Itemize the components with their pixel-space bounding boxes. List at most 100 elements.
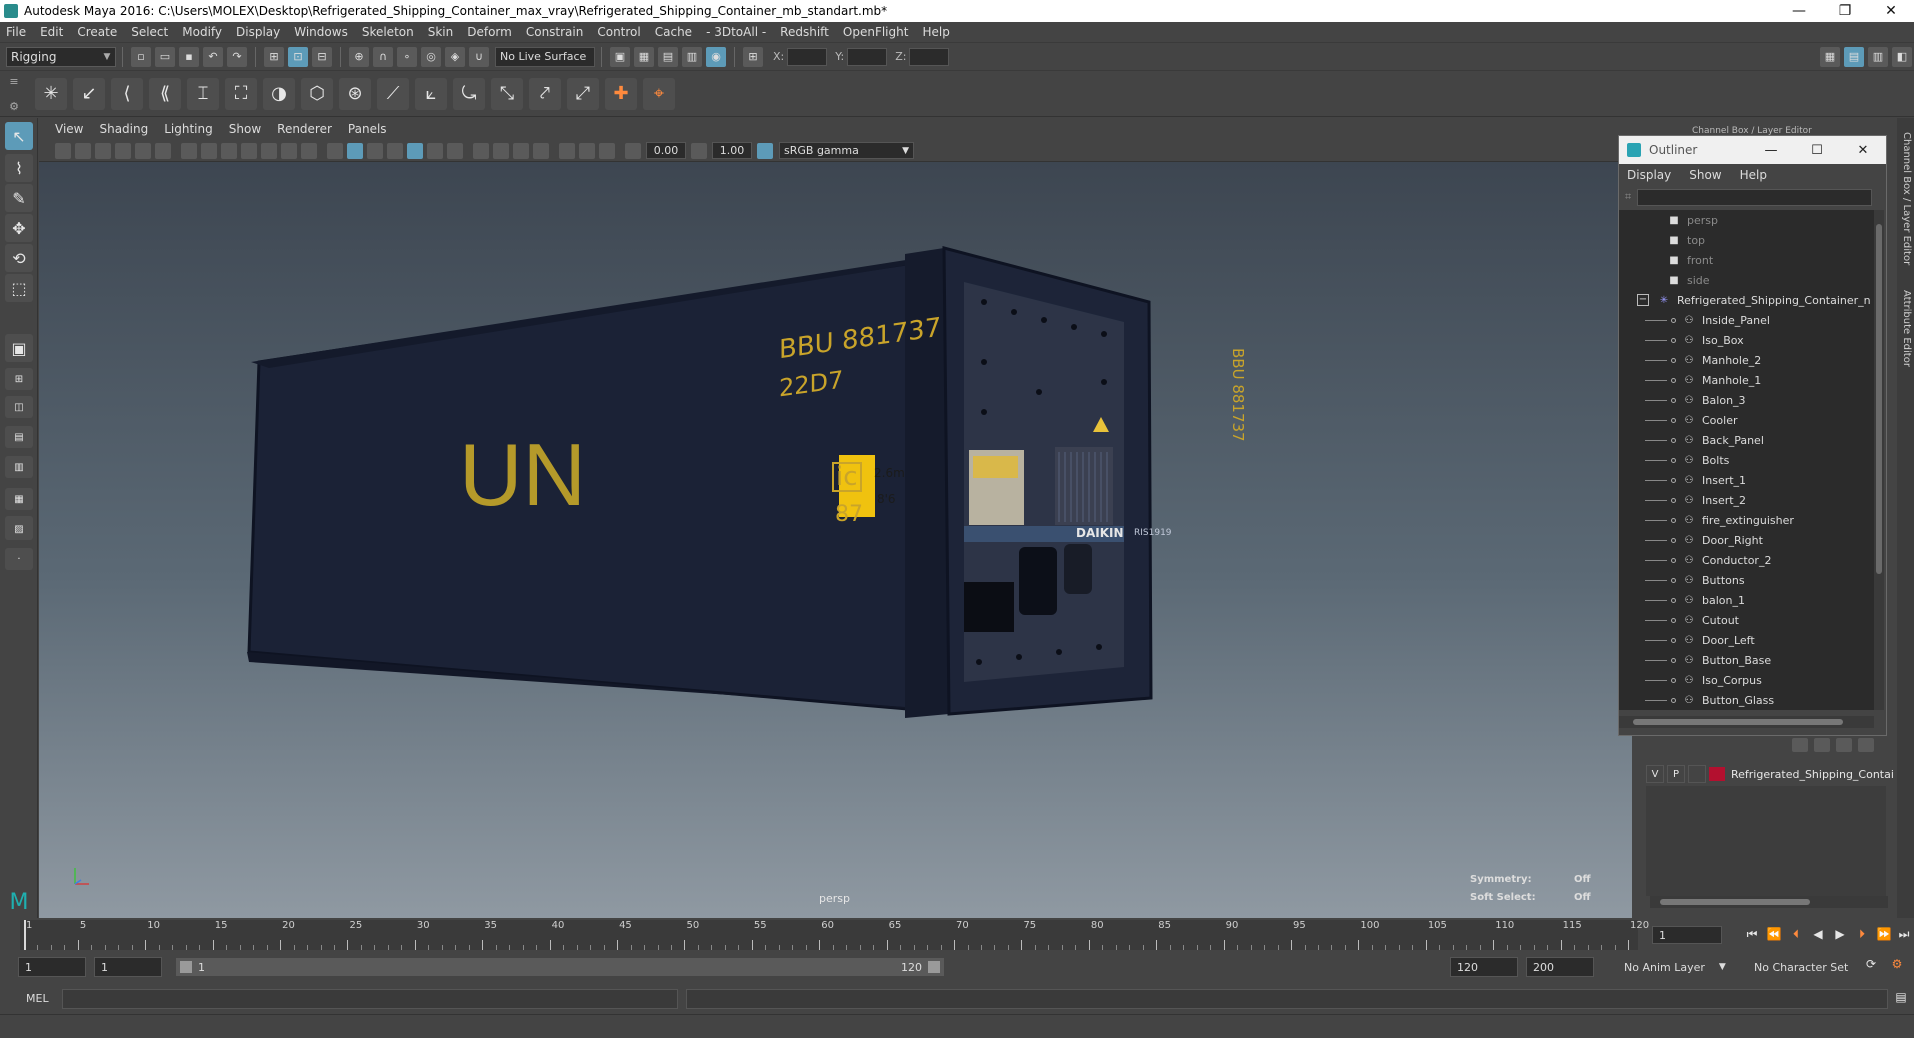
- snap-surface-icon[interactable]: ◈: [445, 46, 465, 67]
- outliner-mesh-item[interactable]: ⚇ Cooler: [1619, 410, 1874, 430]
- hypershade-layout-icon[interactable]: ▦: [5, 488, 33, 510]
- menu-file[interactable]: File: [6, 25, 26, 39]
- ambient-occlusion-icon[interactable]: [447, 142, 463, 159]
- smooth-shade-icon[interactable]: [347, 142, 363, 159]
- menu-display[interactable]: Display: [236, 25, 280, 39]
- playback-start-field[interactable]: 1: [94, 957, 162, 977]
- exposure-icon[interactable]: [625, 142, 641, 159]
- time-slider-track[interactable]: 1 5 10 15 20 25 30 35 40 45 50 55 60 65 70 75 80 85 90 95 10…: [20, 920, 1649, 950]
- outliner-mesh-item[interactable]: ⚇ Button_Glass: [1619, 690, 1874, 710]
- menu-control[interactable]: Control: [597, 25, 640, 39]
- scrollbar-thumb[interactable]: [1660, 899, 1810, 905]
- outliner-mesh-item[interactable]: ⚇ Insert_1: [1619, 470, 1874, 490]
- menu-select[interactable]: Select: [131, 25, 168, 39]
- xray-joints-icon[interactable]: [579, 142, 595, 159]
- outliner-mesh-item[interactable]: ⚇ Door_Left: [1619, 630, 1874, 650]
- snap-view-icon[interactable]: ◎: [421, 46, 441, 67]
- menu-edit[interactable]: Edit: [40, 25, 63, 39]
- redo-icon[interactable]: ↷: [227, 46, 247, 67]
- save-scene-icon[interactable]: ▪: [179, 46, 199, 67]
- exposure-field[interactable]: 0.00: [646, 142, 686, 159]
- go-to-start-icon[interactable]: ⏮: [1743, 927, 1761, 943]
- magnet-icon[interactable]: ∪: [469, 46, 489, 67]
- antialiasing-icon[interactable]: [493, 142, 509, 159]
- script-editor-icon[interactable]: ▤: [1892, 990, 1910, 1006]
- collapse-icon[interactable]: −: [1637, 294, 1649, 306]
- orient-joint-icon[interactable]: ⌶: [187, 77, 219, 110]
- outliner-list[interactable]: ■ persp ■ top ■ front ■ side − ✳ Refrigerated_…: [1619, 210, 1874, 710]
- live-surface-field[interactable]: No Live Surface: [495, 46, 595, 67]
- view-transform-select[interactable]: sRGB gamma ▼: [779, 142, 914, 159]
- shadows-icon[interactable]: [427, 142, 443, 159]
- locator-icon[interactable]: ✚: [605, 77, 637, 110]
- maximize-button[interactable]: ❐: [1822, 0, 1868, 22]
- rotate-tool-icon[interactable]: ⟲: [5, 244, 33, 272]
- outliner-search-input[interactable]: [1637, 188, 1873, 206]
- menu-constrain[interactable]: Constrain: [526, 25, 584, 39]
- outliner-camera-item[interactable]: ■ top: [1619, 230, 1874, 250]
- outliner-camera-item[interactable]: ■ front: [1619, 250, 1874, 270]
- menu-deform[interactable]: Deform: [467, 25, 512, 39]
- vp-menu-shading[interactable]: Shading: [99, 122, 148, 136]
- outliner-mesh-item[interactable]: ⚇ balon_1: [1619, 590, 1874, 610]
- safe-action-icon[interactable]: [281, 142, 297, 159]
- layer-display-type[interactable]: [1688, 765, 1706, 783]
- scale-tool-icon[interactable]: ⬚: [5, 274, 33, 302]
- render-view-icon[interactable]: ▣: [610, 46, 630, 67]
- move-tool-icon[interactable]: ✥: [5, 214, 33, 242]
- y-field[interactable]: [847, 47, 888, 66]
- anim-layer-select[interactable]: No Anim Layer ▼: [1620, 957, 1740, 977]
- outliner-mesh-item[interactable]: ⚇ Back_Panel: [1619, 430, 1874, 450]
- outliner-mesh-item[interactable]: ⚇ Iso_Corpus: [1619, 670, 1874, 690]
- image-plane-icon[interactable]: [115, 142, 131, 159]
- go-to-end-icon[interactable]: ⏭: [1895, 927, 1913, 943]
- 3d-scene[interactable]: BBU 881737 22D7 UN ic 87 2.6m 8'6 BBU 88…: [39, 162, 1632, 918]
- select-object-icon[interactable]: ⊡: [288, 46, 308, 67]
- 2d-pan-zoom-icon[interactable]: [135, 142, 151, 159]
- select-hierarchy-icon[interactable]: ⊞: [264, 46, 284, 67]
- outliner-mesh-item[interactable]: ⚇ Insert_2: [1619, 490, 1874, 510]
- outliner-titlebar[interactable]: Outliner — ☐ ✕: [1619, 136, 1886, 164]
- minimize-button[interactable]: —: [1776, 0, 1822, 22]
- close-button[interactable]: ✕: [1868, 0, 1914, 22]
- gamma-icon[interactable]: [691, 142, 707, 159]
- shelf-gear-icon[interactable]: ⚙: [9, 100, 19, 113]
- outliner-menu-display[interactable]: Display: [1627, 168, 1671, 182]
- cluster-icon[interactable]: ⊛: [339, 77, 371, 110]
- outliner-mesh-item[interactable]: ⚇ Bolts: [1619, 450, 1874, 470]
- outliner-mesh-item[interactable]: ⚇ Door_Right: [1619, 530, 1874, 550]
- display-layer-row[interactable]: V P Refrigerated_Shipping_Contai: [1646, 764, 1896, 784]
- auto-key-icon[interactable]: ⟳: [1862, 957, 1880, 973]
- camera-attributes-icon[interactable]: [55, 142, 71, 159]
- field-chart-icon[interactable]: [261, 142, 277, 159]
- x-field[interactable]: [787, 47, 828, 66]
- vp-menu-lighting[interactable]: Lighting: [164, 122, 213, 136]
- range-slider-track[interactable]: 1 120: [175, 957, 945, 977]
- range-start-handle[interactable]: [180, 961, 192, 973]
- tool-settings-icon[interactable]: ▥: [1868, 46, 1888, 67]
- render-settings-icon[interactable]: ▥: [682, 46, 702, 67]
- menu-skin[interactable]: Skin: [428, 25, 454, 39]
- outliner-menu-help[interactable]: Help: [1740, 168, 1767, 182]
- filter-icon[interactable]: ⌗: [1625, 190, 1631, 204]
- attribute-editor-toggle-icon[interactable]: ▤: [1844, 46, 1864, 67]
- motion-blur-icon[interactable]: [473, 142, 489, 159]
- scene-layout-icon[interactable]: ·: [5, 548, 33, 570]
- outliner-mesh-item[interactable]: ⚇ Manhole_2: [1619, 350, 1874, 370]
- command-language[interactable]: MEL: [26, 992, 49, 1005]
- outliner-maximize-button[interactable]: ☐: [1794, 143, 1840, 158]
- new-layer-icon[interactable]: [1836, 738, 1852, 752]
- outliner-mesh-item[interactable]: ⚇ Inside_Panel: [1619, 310, 1874, 330]
- menu-skeleton[interactable]: Skeleton: [362, 25, 414, 39]
- scrollbar-thumb[interactable]: [1876, 224, 1882, 574]
- menu-3dtoall[interactable]: - 3DtoAll -: [706, 25, 766, 39]
- xray-icon[interactable]: [559, 142, 575, 159]
- menu-cache[interactable]: Cache: [655, 25, 692, 39]
- scrollbar-thumb[interactable]: [1633, 719, 1843, 725]
- shelf-menu-icon[interactable]: ≡: [9, 75, 18, 88]
- select-tool-icon[interactable]: ↖: [5, 122, 33, 150]
- menu-help[interactable]: Help: [922, 25, 949, 39]
- textured-icon[interactable]: [387, 142, 403, 159]
- character-set-select[interactable]: No Character Set: [1750, 957, 1870, 977]
- current-time-marker[interactable]: [24, 920, 26, 950]
